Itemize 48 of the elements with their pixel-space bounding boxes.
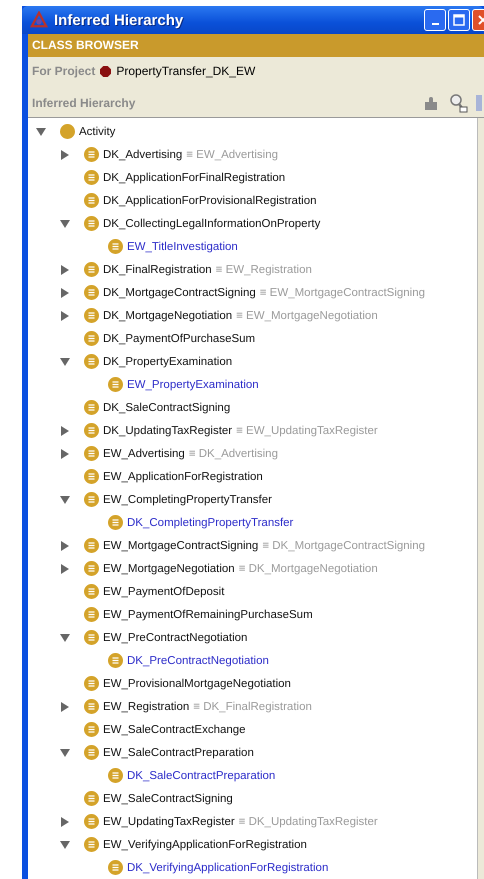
panel-title: Inferred Hierarchy [32,96,136,110]
class-name[interactable]: EW_Registration [103,700,190,712]
class-name[interactable]: EW_CompletingPropertyTransfer [103,494,272,506]
equivalent-class: ≡ DK_MortgageNegotiation [238,562,378,574]
class-name[interactable]: DK_FinalRegistration [103,264,212,276]
equivalent-class: ≡ DK_MortgageContractSigning [262,540,426,552]
class-name[interactable]: EW_ProvisionalMortgageNegotiation [103,678,291,690]
class-name[interactable]: DK_PropertyExamination [103,356,232,368]
class-name[interactable]: DK_CollectingLegalInformationOnProperty [103,218,320,230]
class-name[interactable]: EW_PaymentOfRemainingPurchaseSum [103,608,313,620]
class-name[interactable]: EW_MortgageContractSigning [103,540,258,552]
equivalent-class: ≡ DK_FinalRegistration [193,700,312,712]
class-browser-header: CLASS BROWSER [28,34,484,57]
class-name[interactable]: DK_PreContractNegotiation [127,654,269,666]
class-name[interactable]: EW_Advertising [103,448,185,460]
class-name[interactable]: EW_MortgageNegotiation [103,562,235,574]
class-name[interactable]: DK_MortgageContractSigning [103,286,256,298]
equivalent-class: ≡ EW_MortgageContractSigning [260,286,426,298]
class-name[interactable]: DK_VerifyingApplicationForRegistration [127,862,328,874]
class-name[interactable]: EW_PropertyExamination [127,378,259,390]
class-name[interactable]: DK_SaleContractSigning [103,402,230,414]
class-name[interactable]: DK_CompletingPropertyTransfer [127,516,294,528]
class-name[interactable]: EW_PaymentOfDeposit [103,586,224,598]
project-label: For Project [32,64,96,78]
equivalent-class: ≡ EW_Registration [216,264,312,276]
project-name: PropertyTransfer_DK_EW [116,64,256,78]
equivalent-class: ≡ EW_UpdatingTaxRegister [236,424,378,436]
class-name[interactable]: DK_Advertising [103,148,182,160]
equivalent-class: ≡ EW_MortgageNegotiation [236,310,378,322]
class-name[interactable]: DK_PaymentOfPurchaseSum [103,332,256,344]
window-title: Inferred Hierarchy [54,12,184,28]
class-name[interactable]: EW_SaleContractExchange [103,724,246,736]
class-name[interactable]: EW_TitleInvestigation [127,240,238,252]
class-name[interactable]: EW_VerifyingApplicationForRegistration [103,838,307,850]
class-name[interactable]: DK_ApplicationForFinalRegistration [103,172,286,184]
class-name[interactable]: DK_ApplicationForProvisionalRegistration [103,194,316,206]
class-name[interactable]: DK_SaleContractPreparation [127,770,276,782]
equivalent-class: ≡ EW_Advertising [186,148,278,160]
class-name[interactable]: EW_PreContractNegotiation [103,632,248,644]
class-name[interactable]: DK_UpdatingTaxRegister [103,424,232,436]
equivalent-class: ≡ DK_Advertising [188,448,278,460]
class-name[interactable]: EW_SaleContractSigning [103,792,233,804]
class-name[interactable]: EW_UpdatingTaxRegister [103,816,235,828]
equivalent-class: ≡ DK_UpdatingTaxRegister [238,816,378,828]
class-name[interactable]: Activity [79,126,116,138]
class-name[interactable]: EW_SaleContractPreparation [103,746,254,758]
class-name[interactable]: EW_ApplicationForRegistration [103,470,263,482]
class-name[interactable]: DK_MortgageNegotiation [103,310,232,322]
